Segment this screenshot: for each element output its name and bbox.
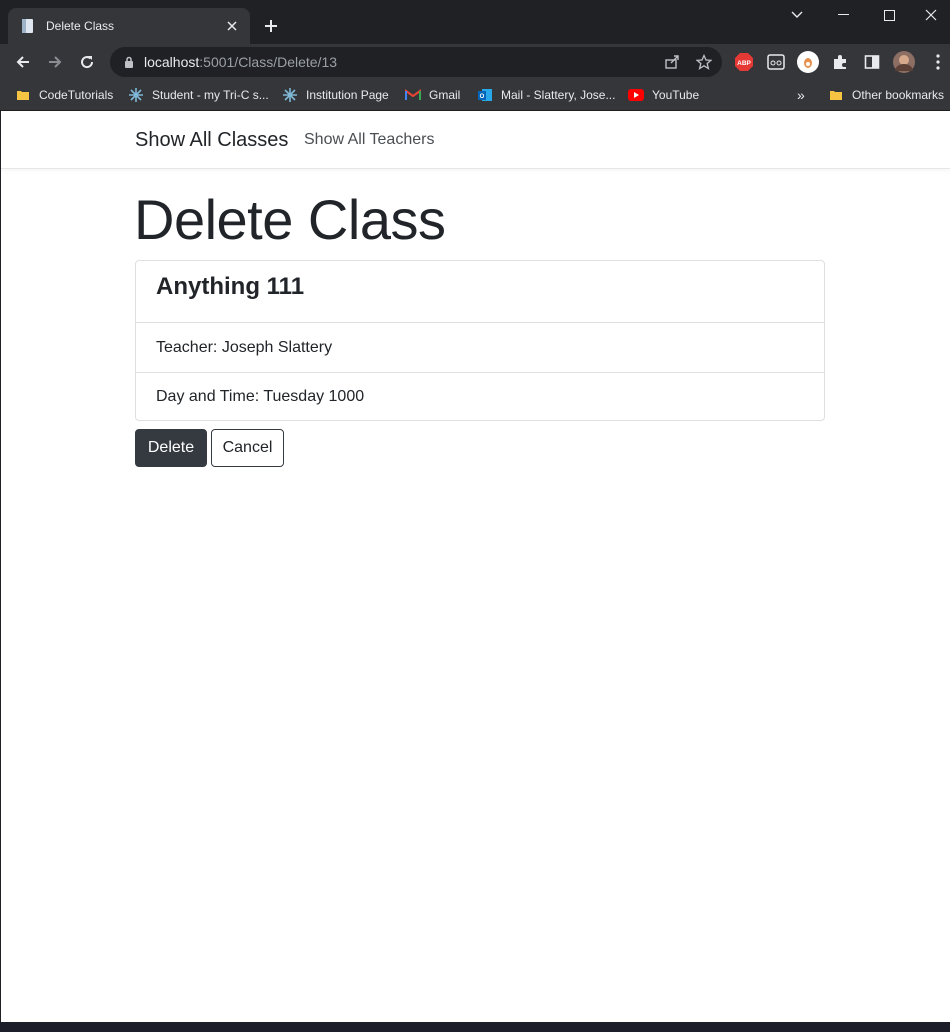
svg-text:O: O (480, 94, 485, 100)
tab-close-icon[interactable] (224, 18, 240, 34)
svg-text:ABP: ABP (737, 60, 751, 67)
folder-icon (828, 87, 844, 103)
abp-icon[interactable]: ABP (732, 50, 756, 74)
snowflake-icon (282, 87, 298, 103)
share-icon[interactable] (662, 52, 682, 72)
bookmark-star-icon[interactable] (694, 52, 714, 72)
gmail-icon (405, 87, 421, 103)
taskbar-strip (0, 1022, 950, 1032)
bookmark-label: Other bookmarks (852, 88, 945, 102)
avatar[interactable] (892, 50, 916, 74)
bookmark-label: YouTube (652, 88, 700, 102)
bookmarks-overflow-chevron[interactable]: » (797, 84, 805, 106)
tab-search-chevron-icon[interactable] (774, 0, 820, 30)
brand-link[interactable]: Show All Classes (135, 129, 288, 152)
bookmark-gmail[interactable]: Gmail (405, 84, 460, 106)
address-bar[interactable]: localhost:5001/Class/Delete/13 (110, 47, 722, 77)
maximize-icon[interactable] (866, 0, 912, 30)
schedule-row: Day and Time: Tuesday 1000 (136, 372, 824, 421)
bookmark-codetutorials[interactable]: CodeTutorials (15, 84, 113, 106)
class-name-heading: Anything 111 (136, 261, 824, 323)
tab-title: Delete Class (46, 19, 115, 33)
browser-titlebar: Delete Class (0, 0, 950, 44)
puzzle-icon[interactable] (828, 50, 852, 74)
bookmark-youtube[interactable]: YouTube (628, 84, 699, 106)
page-viewport: Show All Classes Show All Teachers Delet… (1, 111, 950, 1022)
kebab-menu-icon[interactable] (926, 50, 950, 74)
reload-icon[interactable] (73, 48, 101, 76)
class-details-card: Anything 111 Teacher: Joseph Slattery Da… (135, 260, 825, 421)
bookmark-label: CodeTutorials (39, 88, 114, 102)
bookmark-label: Student - my Tri-C s... (152, 88, 269, 102)
url-text: localhost:5001/Class/Delete/13 (144, 54, 338, 70)
back-arrow-icon[interactable] (9, 48, 37, 76)
youtube-icon (628, 87, 644, 103)
bookmark-student-tri-c[interactable]: Student - my Tri-C s... (128, 84, 269, 106)
bookmark-other-bookmarks[interactable]: Other bookmarks (828, 84, 944, 106)
forward-arrow-icon[interactable] (41, 48, 69, 76)
folder-icon (15, 87, 31, 103)
bookmark-label: Institution Page (306, 88, 389, 102)
sidepanel-icon[interactable] (860, 50, 884, 74)
lock-icon (122, 55, 136, 69)
page-favicon-icon (20, 18, 36, 34)
bookmark-institution-page[interactable]: Institution Page (282, 84, 389, 106)
bookmark-label: Gmail (429, 88, 461, 102)
bookmark-mail-slattery[interactable]: O Mail - Slattery, Jose... (477, 84, 615, 106)
close-window-icon[interactable] (912, 0, 950, 30)
bookmark-label: Mail - Slattery, Jose... (501, 88, 616, 102)
outlook-icon: O (477, 87, 493, 103)
profile-ext-icon[interactable] (796, 50, 820, 74)
reader-icon[interactable] (764, 50, 788, 74)
page-title: Delete Class (134, 188, 446, 251)
teacher-row: Teacher: Joseph Slattery (156, 338, 333, 356)
bookmarks-bar: CodeTutorials Student - my Tri-C s... In… (0, 80, 950, 111)
new-tab-plus-icon[interactable] (260, 15, 282, 37)
minimize-icon[interactable] (820, 0, 866, 30)
snowflake-icon (128, 87, 144, 103)
browser-tab-active[interactable]: Delete Class (8, 8, 250, 44)
nav-link-teachers[interactable]: Show All Teachers (304, 131, 434, 149)
delete-button[interactable]: Delete (135, 429, 207, 467)
cancel-button[interactable]: Cancel (211, 429, 284, 467)
browser-toolbar: localhost:5001/Class/Delete/13 ABP (0, 44, 950, 80)
site-navbar: Show All Classes Show All Teachers (1, 111, 950, 169)
